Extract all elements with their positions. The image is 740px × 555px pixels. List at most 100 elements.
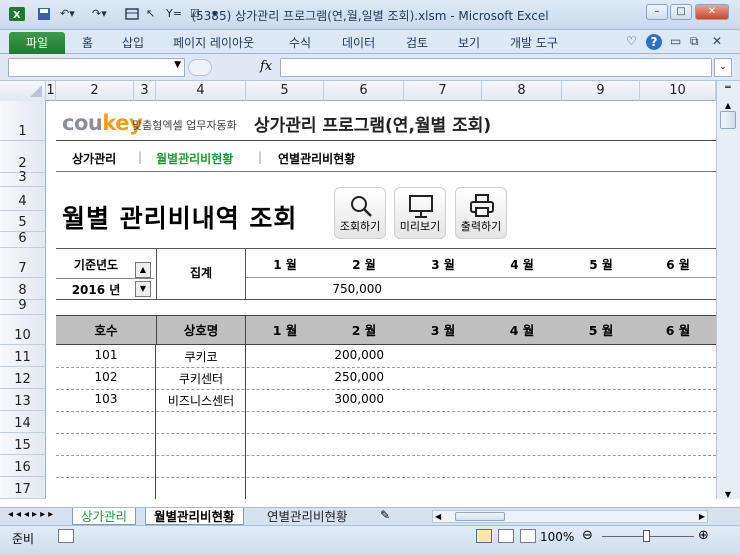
row-header[interactable]: 8 — [0, 278, 46, 300]
scroll-right-icon[interactable]: ▶ — [699, 511, 705, 522]
unit-cell[interactable]: 101 — [56, 348, 156, 362]
summary-label: 집계 — [189, 266, 213, 280]
nav-monthly-fee[interactable]: 월별관리비현황 — [156, 150, 233, 167]
horizontal-scrollbar[interactable]: ◀ ▶ — [432, 510, 708, 523]
page-break-view-icon[interactable] — [520, 529, 536, 543]
col-header[interactable]: 6 — [324, 81, 404, 101]
year-spin-down-button[interactable]: ▼ — [135, 281, 151, 297]
insert-sheet-icon[interactable]: ✎ — [380, 508, 390, 522]
name-box[interactable]: ▼ — [8, 58, 185, 77]
year-spin-up-button[interactable]: ▲ — [135, 262, 151, 278]
minimize-button[interactable]: – — [646, 4, 668, 20]
col-header[interactable]: 5 — [246, 81, 324, 101]
tab-file[interactable]: 파일 — [9, 32, 65, 54]
tab-insert[interactable]: 삽입 — [122, 34, 144, 51]
col-header[interactable]: 1 — [46, 81, 56, 101]
sheet-tab-store[interactable]: 상가관리 — [72, 508, 137, 525]
tab-review[interactable]: 검토 — [406, 34, 428, 51]
nav-yearly-fee[interactable]: 연별관리비현황 — [278, 150, 355, 167]
row-header[interactable]: 5 — [0, 211, 46, 232]
col-header[interactable]: 10 — [640, 81, 716, 101]
col-header[interactable]: 8 — [482, 81, 562, 101]
name-box-dropdown-icon[interactable]: ▼ — [174, 60, 181, 70]
row-header[interactable]: 10 — [0, 315, 46, 345]
sheet-tab-monthly[interactable]: 월별관리비현황 — [145, 508, 244, 525]
vertical-scroll-thumb[interactable] — [720, 111, 736, 129]
table-row[interactable]: 102 쿠키센터 250,000 — [46, 367, 716, 389]
horizontal-scroll-thumb[interactable] — [455, 512, 505, 521]
vertical-scrollbar[interactable]: ═ ▲ ▼ — [716, 81, 740, 499]
row-header[interactable]: 14 — [0, 411, 46, 433]
wb-restore-icon[interactable]: ⧉ — [690, 34, 699, 49]
close-button[interactable]: ✕ — [695, 4, 729, 20]
row-header[interactable]: 13 — [0, 389, 46, 411]
row-header[interactable]: 11 — [0, 345, 46, 367]
worksheet-grid[interactable]: coukey 맞춤형엑셀 업무자동화 상가관리 프로그램(연,월별 조회) 상가… — [46, 101, 716, 499]
tab-formulas[interactable]: 수식 — [289, 34, 311, 51]
select-all-corner[interactable] — [0, 81, 46, 101]
row-header[interactable]: 16 — [0, 455, 46, 477]
row-header[interactable]: 15 — [0, 433, 46, 455]
row-header[interactable]: 6 — [0, 231, 46, 248]
tab-view[interactable]: 보기 — [458, 34, 480, 51]
sheet-tab-yearly[interactable]: 연별관리비현황 — [259, 508, 356, 525]
col-header[interactable]: 2 — [56, 81, 134, 101]
split-box-icon[interactable]: ═ — [721, 83, 735, 97]
col-header[interactable]: 7 — [404, 81, 482, 101]
base-year-value[interactable]: 2016 년 — [58, 281, 134, 298]
row-header[interactable]: 7 — [0, 248, 46, 278]
tab-data[interactable]: 데이터 — [342, 34, 375, 51]
unit-cell[interactable]: 103 — [56, 392, 156, 406]
scroll-left-icon[interactable]: ◀ — [435, 511, 441, 522]
row-header[interactable]: 12 — [0, 367, 46, 389]
formula-input[interactable] — [280, 58, 712, 77]
col-header[interactable]: 4 — [156, 81, 246, 101]
row-header[interactable]: 9 — [0, 298, 46, 315]
unit-cell[interactable]: 102 — [56, 370, 156, 384]
scroll-down-icon[interactable]: ▼ — [720, 491, 736, 499]
formula-bar: ▼ fx ⌄ — [0, 54, 740, 81]
maximize-button[interactable]: □ — [670, 4, 692, 20]
store-cell[interactable]: 쿠키센터 — [156, 370, 246, 387]
row-header[interactable]: 3 — [0, 170, 46, 187]
store-cell[interactable]: 쿠키코 — [156, 348, 246, 365]
macro-record-icon[interactable] — [58, 529, 74, 543]
zoom-level[interactable]: 100% — [540, 530, 574, 544]
formula-bar-expand-handle[interactable] — [188, 59, 212, 76]
preview-button[interactable]: 미리보기 — [394, 187, 446, 239]
row-header[interactable]: 2 — [0, 141, 46, 173]
insert-function-icon[interactable]: fx — [260, 59, 272, 74]
formula-expand-icon[interactable]: ⌄ — [714, 58, 732, 77]
scroll-up-icon[interactable]: ▲ — [720, 101, 736, 111]
normal-view-icon[interactable] — [476, 529, 492, 543]
help-icon[interactable]: ? — [646, 34, 662, 50]
value-cell[interactable]: 200,000 — [304, 348, 384, 362]
row-header[interactable]: 1 — [0, 101, 46, 141]
zoom-out-icon[interactable]: ⊖ — [582, 528, 593, 543]
page-layout-view-icon[interactable] — [498, 529, 514, 543]
value-cell[interactable]: 300,000 — [304, 392, 384, 406]
tab-scroll-icons[interactable]: ◂◂◂▸▸▸ — [8, 509, 56, 520]
col-header[interactable]: 9 — [562, 81, 640, 101]
col-header[interactable]: 3 — [134, 81, 156, 101]
wb-close-icon[interactable]: ✕ — [712, 34, 722, 48]
print-button[interactable]: 출력하기 — [455, 187, 507, 239]
ribbon-collapse-icon[interactable]: ♡ — [626, 34, 637, 48]
row-header[interactable]: 4 — [0, 187, 46, 211]
month-header: 4 월 — [510, 258, 534, 272]
table-row[interactable]: 103 비즈니스센터 300,000 — [46, 389, 716, 411]
nav-store-management[interactable]: 상가관리 — [72, 150, 116, 167]
tab-developer[interactable]: 개발 도구 — [510, 34, 558, 51]
zoom-in-icon[interactable]: ⊕ — [698, 528, 709, 543]
row-header[interactable]: 17 — [0, 477, 46, 499]
month-col-header: 5 월 — [562, 315, 640, 345]
tab-home[interactable]: 홈 — [82, 34, 93, 51]
search-button[interactable]: 조회하기 — [334, 187, 386, 239]
wb-minimize-icon[interactable]: ▭ — [670, 34, 681, 48]
zoom-slider-thumb[interactable] — [643, 530, 650, 542]
store-cell[interactable]: 비즈니스센터 — [156, 392, 246, 409]
table-row[interactable]: 101 쿠키코 200,000 — [46, 345, 716, 367]
tab-page-layout[interactable]: 페이지 레이아웃 — [173, 34, 254, 51]
value-cell[interactable]: 250,000 — [304, 370, 384, 384]
summary-value[interactable]: 750,000 — [304, 282, 384, 296]
